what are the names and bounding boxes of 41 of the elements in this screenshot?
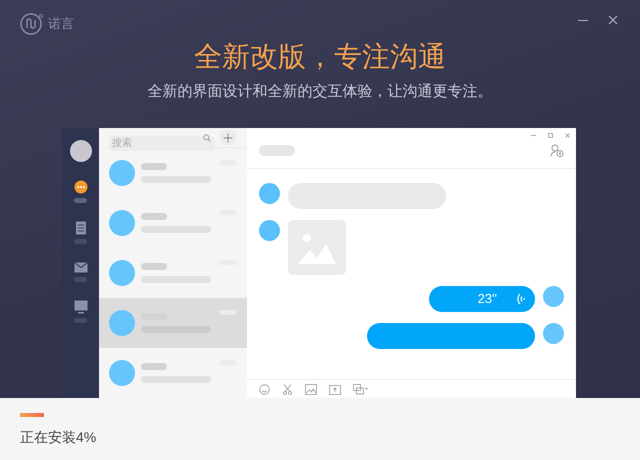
contact-avatar — [109, 160, 135, 186]
close-button[interactable] — [606, 13, 620, 27]
search-icon — [203, 134, 211, 142]
contact-avatar — [109, 310, 135, 336]
voice-message[interactable]: 23'' — [429, 286, 535, 312]
name-placeholder — [141, 363, 167, 370]
name-placeholder — [141, 213, 167, 220]
progress-label: 正在安装4% — [20, 428, 96, 447]
contact-avatar — [109, 360, 135, 386]
monitor-icon — [74, 300, 88, 314]
contact-avatar — [109, 260, 135, 286]
close-icon[interactable] — [565, 133, 570, 138]
sidebar-item[interactable] — [74, 180, 88, 203]
voice-duration: 23'' — [478, 290, 497, 308]
address-book-icon — [74, 221, 86, 235]
contact-avatar — [109, 210, 135, 236]
name-placeholder — [141, 263, 167, 270]
mail-icon — [74, 262, 88, 273]
smiley-icon[interactable] — [259, 384, 270, 394]
title-placeholder — [259, 145, 295, 156]
name-placeholder — [141, 163, 167, 170]
logo-icon — [20, 12, 44, 36]
avatar — [70, 140, 92, 162]
add-user-icon[interactable] — [550, 144, 564, 157]
sender-avatar — [259, 183, 280, 204]
sender-avatar — [543, 286, 564, 307]
sender-avatar — [543, 323, 564, 344]
logo-text: 诺言 — [48, 15, 74, 34]
picture-icon[interactable] — [305, 384, 317, 394]
screenshot-dropdown-icon[interactable] — [353, 384, 369, 394]
subheadline: 全新的界面设计和全新的交互体验，让沟通更专注。 — [146, 82, 494, 102]
maximize-icon[interactable] — [548, 133, 553, 138]
sender-avatar — [259, 220, 280, 241]
search-field[interactable]: 搜索 — [109, 136, 215, 151]
minimize-icon[interactable] — [531, 133, 536, 138]
add-button[interactable] — [220, 130, 236, 145]
sound-wave-icon — [517, 293, 525, 305]
chat-bubble-icon — [74, 180, 88, 194]
folder-upload-icon[interactable] — [329, 384, 341, 394]
scissors-icon[interactable] — [282, 384, 293, 394]
headline: 全新改版，专注沟通 — [193, 40, 447, 74]
